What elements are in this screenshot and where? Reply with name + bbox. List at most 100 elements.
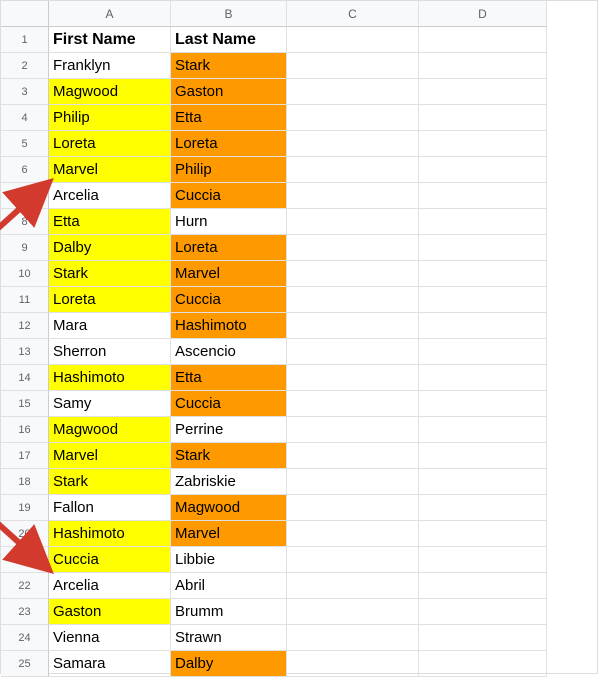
spreadsheet-grid[interactable]: ABCD1First NameLast Name2FranklynStark3M… bbox=[1, 1, 597, 677]
cell-A3[interactable]: Magwood bbox=[49, 79, 171, 105]
cell-D6[interactable] bbox=[419, 157, 547, 183]
cell-A18[interactable]: Stark bbox=[49, 469, 171, 495]
cell-D11[interactable] bbox=[419, 287, 547, 313]
cell-B25[interactable]: Dalby bbox=[171, 651, 287, 677]
cell-A1[interactable]: First Name bbox=[49, 27, 171, 53]
row-header-23[interactable]: 23 bbox=[1, 599, 49, 625]
cell-D10[interactable] bbox=[419, 261, 547, 287]
row-header-25[interactable]: 25 bbox=[1, 651, 49, 677]
cell-B16[interactable]: Perrine bbox=[171, 417, 287, 443]
cell-D20[interactable] bbox=[419, 521, 547, 547]
cell-C7[interactable] bbox=[287, 183, 419, 209]
cell-A4[interactable]: Philip bbox=[49, 105, 171, 131]
cell-B6[interactable]: Philip bbox=[171, 157, 287, 183]
cell-A17[interactable]: Marvel bbox=[49, 443, 171, 469]
cell-D21[interactable] bbox=[419, 547, 547, 573]
row-header-21[interactable]: 21 bbox=[1, 547, 49, 573]
row-header-8[interactable]: 8 bbox=[1, 209, 49, 235]
cell-A8[interactable]: Etta bbox=[49, 209, 171, 235]
cell-A2[interactable]: Franklyn bbox=[49, 53, 171, 79]
cell-B23[interactable]: Brumm bbox=[171, 599, 287, 625]
column-header-D[interactable]: D bbox=[419, 1, 547, 27]
cell-D22[interactable] bbox=[419, 573, 547, 599]
cell-C22[interactable] bbox=[287, 573, 419, 599]
cell-B10[interactable]: Marvel bbox=[171, 261, 287, 287]
cell-C25[interactable] bbox=[287, 651, 419, 677]
cell-C2[interactable] bbox=[287, 53, 419, 79]
cell-A7[interactable]: Arcelia bbox=[49, 183, 171, 209]
cell-A23[interactable]: Gaston bbox=[49, 599, 171, 625]
cell-C10[interactable] bbox=[287, 261, 419, 287]
cell-C6[interactable] bbox=[287, 157, 419, 183]
cell-C8[interactable] bbox=[287, 209, 419, 235]
cell-A12[interactable]: Mara bbox=[49, 313, 171, 339]
cell-B24[interactable]: Strawn bbox=[171, 625, 287, 651]
cell-C17[interactable] bbox=[287, 443, 419, 469]
row-header-10[interactable]: 10 bbox=[1, 261, 49, 287]
cell-D2[interactable] bbox=[419, 53, 547, 79]
cell-A5[interactable]: Loreta bbox=[49, 131, 171, 157]
cell-A6[interactable]: Marvel bbox=[49, 157, 171, 183]
cell-D1[interactable] bbox=[419, 27, 547, 53]
column-header-B[interactable]: B bbox=[171, 1, 287, 27]
select-all-corner[interactable] bbox=[1, 1, 49, 27]
row-header-13[interactable]: 13 bbox=[1, 339, 49, 365]
cell-A25[interactable]: Samara bbox=[49, 651, 171, 677]
cell-C4[interactable] bbox=[287, 105, 419, 131]
row-header-5[interactable]: 5 bbox=[1, 131, 49, 157]
row-header-19[interactable]: 19 bbox=[1, 495, 49, 521]
row-header-15[interactable]: 15 bbox=[1, 391, 49, 417]
cell-D16[interactable] bbox=[419, 417, 547, 443]
cell-B19[interactable]: Magwood bbox=[171, 495, 287, 521]
cell-A14[interactable]: Hashimoto bbox=[49, 365, 171, 391]
cell-A15[interactable]: Samy bbox=[49, 391, 171, 417]
row-header-22[interactable]: 22 bbox=[1, 573, 49, 599]
column-header-A[interactable]: A bbox=[49, 1, 171, 27]
cell-C13[interactable] bbox=[287, 339, 419, 365]
row-header-9[interactable]: 9 bbox=[1, 235, 49, 261]
row-header-24[interactable]: 24 bbox=[1, 625, 49, 651]
row-header-7[interactable]: 7 bbox=[1, 183, 49, 209]
cell-A20[interactable]: Hashimoto bbox=[49, 521, 171, 547]
cell-C12[interactable] bbox=[287, 313, 419, 339]
cell-A16[interactable]: Magwood bbox=[49, 417, 171, 443]
cell-C3[interactable] bbox=[287, 79, 419, 105]
cell-D17[interactable] bbox=[419, 443, 547, 469]
row-header-17[interactable]: 17 bbox=[1, 443, 49, 469]
cell-B9[interactable]: Loreta bbox=[171, 235, 287, 261]
row-header-1[interactable]: 1 bbox=[1, 27, 49, 53]
cell-B5[interactable]: Loreta bbox=[171, 131, 287, 157]
cell-A24[interactable]: Vienna bbox=[49, 625, 171, 651]
row-header-12[interactable]: 12 bbox=[1, 313, 49, 339]
cell-B1[interactable]: Last Name bbox=[171, 27, 287, 53]
cell-C14[interactable] bbox=[287, 365, 419, 391]
cell-B14[interactable]: Etta bbox=[171, 365, 287, 391]
row-header-2[interactable]: 2 bbox=[1, 53, 49, 79]
row-header-20[interactable]: 20 bbox=[1, 521, 49, 547]
cell-A11[interactable]: Loreta bbox=[49, 287, 171, 313]
cell-D13[interactable] bbox=[419, 339, 547, 365]
cell-D15[interactable] bbox=[419, 391, 547, 417]
row-header-18[interactable]: 18 bbox=[1, 469, 49, 495]
cell-D19[interactable] bbox=[419, 495, 547, 521]
cell-D24[interactable] bbox=[419, 625, 547, 651]
cell-B12[interactable]: Hashimoto bbox=[171, 313, 287, 339]
cell-C23[interactable] bbox=[287, 599, 419, 625]
cell-C21[interactable] bbox=[287, 547, 419, 573]
cell-D7[interactable] bbox=[419, 183, 547, 209]
cell-B20[interactable]: Marvel bbox=[171, 521, 287, 547]
cell-A10[interactable]: Stark bbox=[49, 261, 171, 287]
cell-C11[interactable] bbox=[287, 287, 419, 313]
row-header-4[interactable]: 4 bbox=[1, 105, 49, 131]
cell-B2[interactable]: Stark bbox=[171, 53, 287, 79]
cell-C24[interactable] bbox=[287, 625, 419, 651]
cell-A19[interactable]: Fallon bbox=[49, 495, 171, 521]
row-header-14[interactable]: 14 bbox=[1, 365, 49, 391]
cell-A21[interactable]: Cuccia bbox=[49, 547, 171, 573]
cell-D3[interactable] bbox=[419, 79, 547, 105]
cell-C19[interactable] bbox=[287, 495, 419, 521]
cell-B8[interactable]: Hurn bbox=[171, 209, 287, 235]
cell-D4[interactable] bbox=[419, 105, 547, 131]
cell-D25[interactable] bbox=[419, 651, 547, 677]
cell-D8[interactable] bbox=[419, 209, 547, 235]
